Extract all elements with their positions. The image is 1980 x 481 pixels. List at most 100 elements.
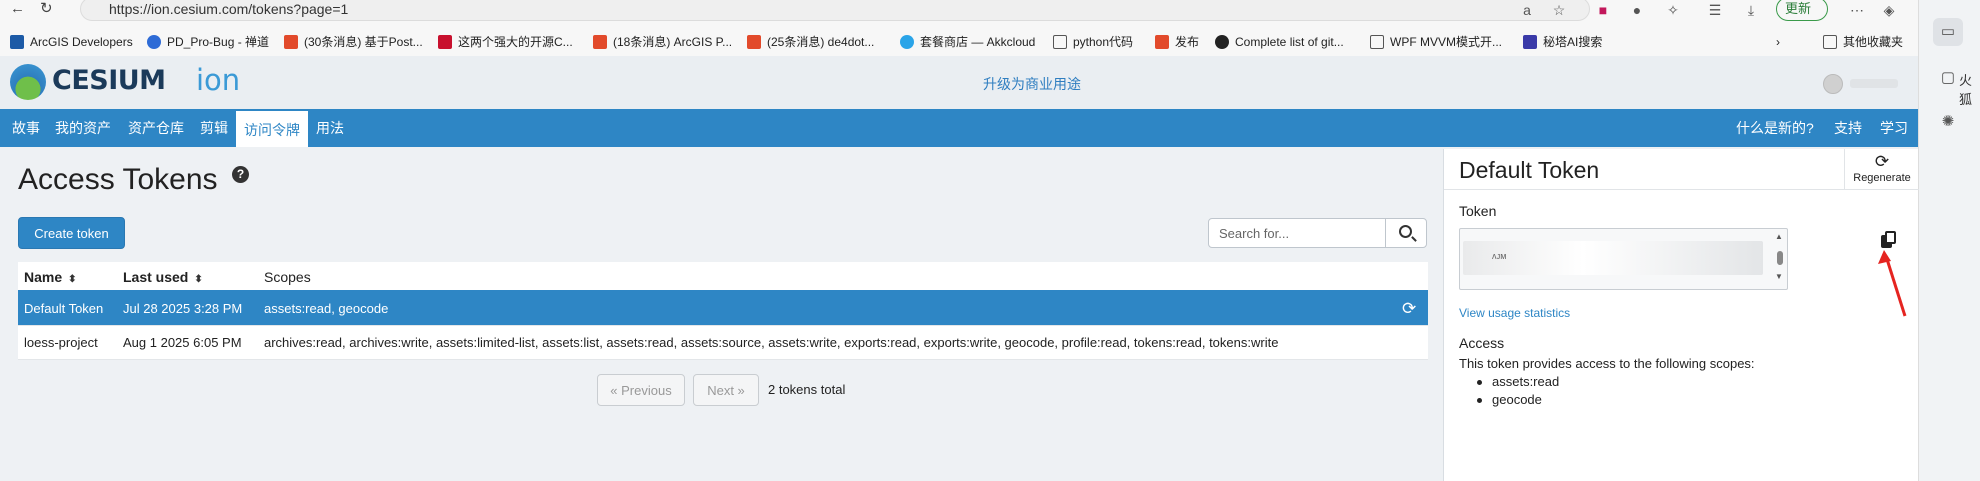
browser-sidebar: ▭ ▢ 火狐 ✺ [1918,0,1980,481]
scopes-cell: archives:read, archives:write, assets:li… [264,335,1279,350]
column-label: Name [24,269,63,285]
bookmark-item[interactable]: (30条消息) 基于Post... [284,31,423,53]
extensions-puzzle-icon[interactable]: ✧ [1664,1,1682,19]
search-button[interactable] [1385,218,1427,248]
tokens-table: Name ⬍ Last used ⬍ Scopes Default Token Ju… [18,262,1428,360]
esri-icon [10,35,24,49]
table-header: Name ⬍ Last used ⬍ Scopes [18,262,1428,292]
token-name-cell: loess-project [24,335,98,350]
page-title: Access Tokens [18,163,218,196]
copilot-icon[interactable]: ◈ [1880,1,1898,19]
nav-asset-depot[interactable]: 资产仓库 [128,109,184,147]
table-row[interactable]: loess-project Aug 1 2025 6:05 PM archive… [18,326,1428,360]
bookmark-label: 发布 [1175,35,1200,49]
divider [1444,189,1919,190]
favorites-list-icon[interactable]: ☰ [1706,1,1724,19]
bookmark-label: (18条消息) ArcGIS P... [613,35,733,49]
column-label: Last used [123,269,189,285]
bookmarks-overflow-chevron-icon[interactable]: › [1776,31,1780,53]
bookmark-item[interactable]: 秘塔AI搜索 [1523,31,1602,53]
token-fragment: ᴧᴊᴍ [1492,251,1507,261]
update-button[interactable]: 更新 [1776,0,1828,21]
bookmark-item[interactable]: (25条消息) de4dot... [747,31,874,53]
csdn-icon [284,35,298,49]
extension-icon[interactable]: ● [1628,1,1646,19]
last-used-cell: Aug 1 2025 6:05 PM [123,335,242,350]
column-last-used-header[interactable]: Last used ⬍ [123,262,203,292]
bookmark-label: (30条消息) 基于Post... [304,35,423,49]
table-row[interactable]: Default Token Jul 28 2025 3:28 PM assets… [18,292,1428,326]
bookmark-item[interactable]: 套餐商店 — Akkcloud [900,31,1035,53]
bookmark-label: 套餐商店 — Akkcloud [920,35,1036,49]
chatgpt-icon[interactable]: ✺ [1933,108,1963,136]
upgrade-link[interactable]: 升级为商业用途 [983,74,1081,94]
back-icon[interactable]: ← [10,0,25,18]
column-scopes-header: Scopes [264,269,311,285]
more-menu-icon[interactable]: ⋯ [1848,1,1866,19]
sidebar-toggle-icon[interactable]: ▭ [1933,18,1963,46]
scroll-up-icon[interactable]: ▲ [1775,232,1783,241]
nav-usage[interactable]: 用法 [316,109,344,147]
nav-my-assets[interactable]: 我的资产 [55,109,111,147]
bookmark-item[interactable]: 这两个强大的开源C... [438,31,573,53]
page-icon [1370,35,1384,49]
annotation-arrow [1878,250,1907,317]
username-redacted [1850,79,1898,88]
view-usage-statistics-link[interactable]: View usage statistics [1459,306,1570,320]
app-header: CESIUM ion 升级为商业用途 [0,56,1918,109]
avatar[interactable] [1823,74,1843,94]
regenerate-button[interactable]: ⟳ Regenerate [1844,149,1919,189]
bookmark-item[interactable]: WPF MVVM模式开... [1370,31,1502,53]
bookmark-folder[interactable]: 其他收藏夹 [1823,31,1903,53]
search-icon [1399,225,1412,238]
nav-whats-new[interactable]: 什么是新的? [1736,109,1814,147]
bookmark-item[interactable]: Complete list of git... [1215,31,1344,53]
token-textarea[interactable]: ᴧᴊᴍ ▲ ▼ [1459,228,1788,290]
token-scrollbar[interactable]: ▲ ▼ [1775,232,1785,286]
nav-support[interactable]: 支持 [1834,109,1862,147]
token-redacted [1463,241,1763,275]
copy-icon[interactable] [1881,231,1898,248]
address-bar[interactable]: https://ion.cesium.com/tokens?page=1 [80,0,1590,21]
bookmark-item[interactable]: PD_Pro-Bug - 禅道 [147,31,269,53]
regenerate-icon[interactable]: ⟳ [1402,300,1416,317]
translate-icon[interactable]: a [1518,1,1536,19]
list-item: assets:read [1477,373,1559,391]
next-page-button[interactable]: Next » [693,374,759,406]
scroll-thumb[interactable] [1777,251,1783,265]
previous-page-button[interactable]: « Previous [597,374,685,406]
refresh-icon: ⟳ [1874,152,1890,171]
scroll-down-icon[interactable]: ▼ [1775,272,1783,281]
token-name-cell: Default Token [24,301,104,316]
bookmark-item[interactable]: (18条消息) ArcGIS P... [593,31,732,53]
address-row: ← ↻ https://ion.cesium.com/tokens?page=1… [0,0,1918,21]
search-input[interactable] [1208,218,1386,248]
help-icon[interactable]: ? [232,166,249,183]
bookmark-folder[interactable]: python代码 [1053,31,1133,53]
zentao-icon [147,35,161,49]
access-description: This token provides access to the follow… [1459,356,1755,371]
create-token-button[interactable]: Create token [18,217,125,249]
nav-stories[interactable]: 故事 [12,109,40,147]
list-item: geocode [1477,391,1559,409]
token-label: Token [1459,203,1497,219]
regenerate-label: Regenerate [1853,172,1911,184]
nav-access-tokens[interactable]: 访问令牌 [236,109,308,147]
download-icon[interactable]: ⤓ [1742,1,1760,19]
copy-icon-front [1885,231,1896,244]
favorite-star-icon[interactable]: ☆ [1550,1,1568,19]
browser-chrome: ← ↻ https://ion.cesium.com/tokens?page=1… [0,0,1918,56]
bookmark-item[interactable]: 发布 [1155,31,1199,53]
bookmark-label: (25条消息) de4dot... [767,35,875,49]
metaso-icon [1523,35,1537,49]
nav-learn[interactable]: 学习 [1880,109,1908,147]
column-name-header[interactable]: Name ⬍ [24,262,77,292]
bookmark-label: ArcGIS Developers [30,35,133,49]
extension-icon[interactable]: ■ [1594,1,1612,19]
last-used-cell: Jul 28 2025 3:28 PM [123,301,243,316]
cesium-logo-icon [10,64,46,100]
nav-clips[interactable]: 剪辑 [200,109,228,147]
access-label: Access [1459,335,1505,351]
bookmark-item[interactable]: ArcGIS Developers [10,31,133,53]
refresh-icon[interactable]: ↻ [40,0,53,18]
